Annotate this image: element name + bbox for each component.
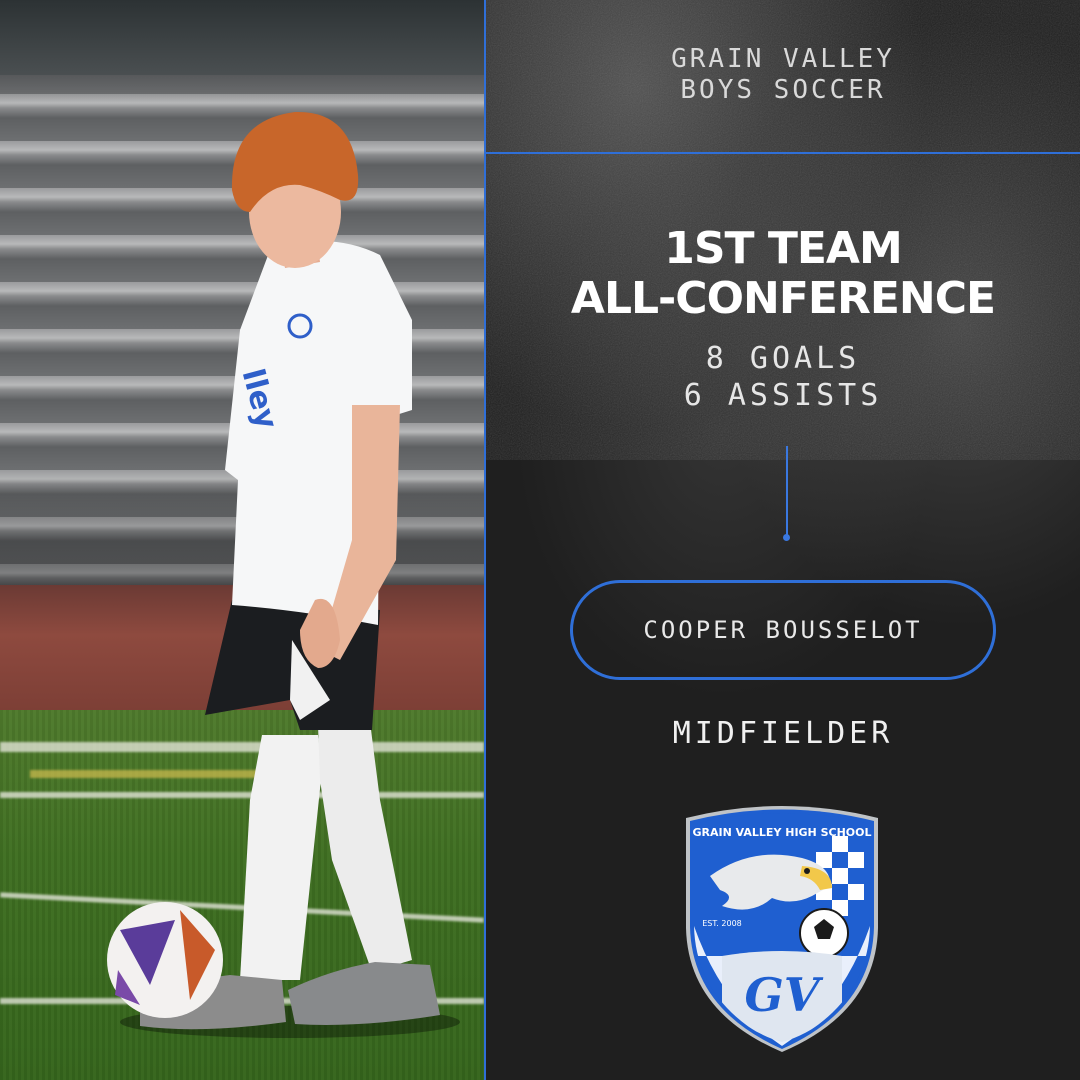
assists-stat: 6 ASSISTS [683,378,883,413]
award-title: 1ST TEAM ALL-CONFERENCE [486,224,1080,324]
player-name: COOPER BOUSSELOT [643,616,923,644]
school-name: GRAIN VALLEY [671,44,895,74]
player-position: MIDFIELDER [672,716,894,751]
player-photo: lley [0,0,484,1080]
info-panel: GRAIN VALLEY BOYS SOCCER 1ST TEAM ALL-CO… [486,0,1080,1080]
connector-line [786,446,788,536]
team-name: BOYS SOCCER [680,75,886,105]
crest-established: EST. 2008 [702,919,742,928]
school-crest-logo: GRAIN VALLEY HIGH SCHOOL EST. 2008 GV [686,806,878,1052]
crest-monogram: GV [745,968,824,1022]
connector-dot [783,534,790,541]
goals-stat: 8 GOALS [705,341,861,376]
player-figure: lley [107,111,460,1038]
player-name-pill: COOPER BOUSSELOT [570,580,996,680]
school-team-heading: GRAIN VALLEY BOYS SOCCER [486,44,1080,106]
award-line-2: ALL-CONFERENCE [570,273,996,324]
horizontal-divider [486,152,1080,154]
award-line-1: 1ST TEAM [664,223,903,274]
season-stats: 8 GOALS 6 ASSISTS [486,340,1080,414]
graphic-canvas: lley GRAIN VALLEY BOYS SOCCER 1ST TEAM A… [0,0,1080,1080]
crest-school-name: GRAIN VALLEY HIGH SCHOOL [692,826,871,839]
